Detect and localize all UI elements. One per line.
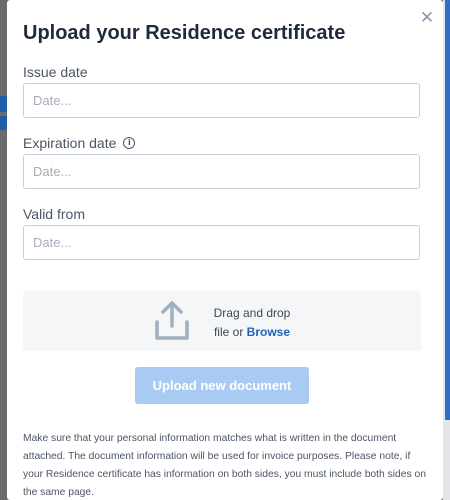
upload-icon	[155, 301, 189, 340]
valid-from-label: Valid from	[23, 206, 85, 222]
modal-title: Upload your Residence certificate	[23, 22, 346, 44]
document-note: Make sure that your personal information…	[23, 433, 426, 498]
dropzone-line2: file or Browse	[207, 323, 297, 342]
close-icon: ✕	[419, 8, 435, 27]
expiration-date-label: Expiration date i	[23, 135, 136, 151]
valid-from-input[interactable]	[23, 225, 420, 260]
issue-date-label: Issue date	[23, 64, 88, 80]
background-blue-strip	[0, 96, 7, 112]
expiration-date-label-text: Expiration date	[23, 135, 117, 151]
upload-new-document-button[interactable]: Upload new document	[135, 367, 309, 404]
close-button[interactable]: ✕	[419, 8, 435, 27]
valid-from-label-text: Valid from	[23, 206, 85, 222]
dropzone-text: Drag and drop file or Browse	[207, 304, 297, 342]
issue-date-input[interactable]	[23, 83, 420, 118]
background-blue-strip	[0, 116, 7, 130]
background-scrollbar[interactable]	[443, 0, 450, 500]
upload-certificate-modal: Upload your Residence certificate ✕ Issu…	[7, 0, 443, 500]
dropzone-line2-prefix: file or	[213, 325, 247, 339]
expiration-date-input[interactable]	[23, 154, 420, 189]
file-dropzone[interactable]: Drag and drop file or Browse	[23, 291, 421, 351]
dropzone-line1: Drag and drop	[213, 306, 291, 320]
browse-link[interactable]: Browse	[247, 325, 290, 339]
issue-date-label-text: Issue date	[23, 64, 88, 80]
scrollbar-thumb[interactable]	[445, 0, 450, 420]
info-icon[interactable]: i	[123, 137, 136, 149]
